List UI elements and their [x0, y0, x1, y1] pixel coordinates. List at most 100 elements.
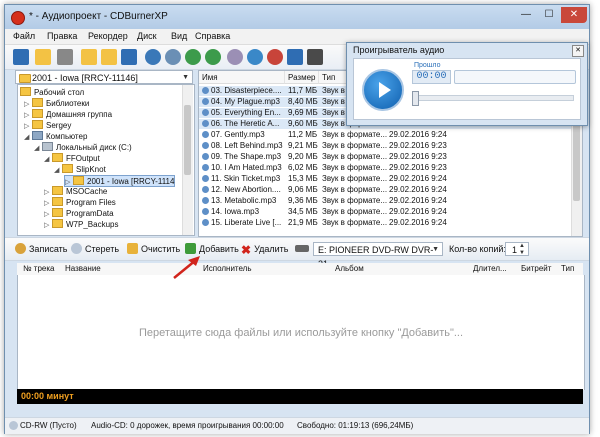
tracks-drop-area[interactable]: Перетащите сюда файлы или используйте кн… [17, 275, 585, 390]
folder-combo[interactable]: 2001 - Iowa [RRCY-11146] ▼ [15, 70, 193, 84]
tree-item[interactable]: ▷ Домашняя группа [24, 109, 112, 119]
burn-disc-icon [15, 243, 26, 254]
menu-file[interactable]: Файл [13, 31, 35, 41]
file-row[interactable]: 10. I Am Hated.mp3 6,02 МБ Звук в формате.… [199, 163, 571, 173]
column-header-name[interactable]: Имя [199, 71, 285, 84]
save-icon[interactable] [121, 49, 137, 65]
stepper-arrows-icon[interactable]: ▲ ▼ [519, 243, 525, 257]
file-date: 29.02.2016 9:24 [389, 174, 447, 183]
folder-icon [52, 186, 63, 195]
audio-file-icon [202, 87, 209, 94]
remove-button[interactable]: ✖ Удалить [241, 242, 288, 256]
audio-file-icon [202, 109, 209, 116]
menu-edit[interactable]: Правка [47, 31, 77, 41]
menu-disc[interactable]: Диск [137, 31, 157, 41]
refresh-icon[interactable] [185, 49, 201, 65]
column-bitrate[interactable]: Битрейт [521, 264, 551, 273]
info-icon[interactable] [267, 49, 283, 65]
file-row[interactable]: 08. Left Behind.mp3 9,21 МБ Звук в формате… [199, 141, 571, 151]
folder-icon[interactable] [81, 49, 97, 65]
new-project-icon[interactable] [13, 49, 29, 65]
volume-knob[interactable] [412, 91, 419, 106]
settings-gear-icon[interactable] [227, 49, 243, 65]
drive-icon [295, 245, 309, 252]
column-artist[interactable]: Исполнитель [203, 264, 252, 273]
disc-icon[interactable] [165, 49, 181, 65]
title-bar[interactable]: * - Аудиопроект - CDBurnerXP — ☐ ✕ [5, 5, 589, 29]
disc-icon [9, 421, 18, 430]
duration-bar: 00:00 минут [17, 389, 583, 404]
globe-icon[interactable] [247, 49, 263, 65]
file-row[interactable]: 12. New Abortion.... 9,06 МБ Звук в формат… [199, 185, 571, 195]
help-icon[interactable] [287, 49, 303, 65]
import-icon[interactable] [101, 49, 117, 65]
play-button[interactable] [362, 69, 404, 111]
file-type: Звук в формате... [322, 163, 388, 172]
file-type: Звук в формате... [322, 207, 388, 216]
column-header-size[interactable]: Размер [285, 71, 319, 84]
tree-item[interactable]: ◢ FFOutput [44, 153, 100, 163]
tree-item[interactable]: ◢ Компьютер [24, 131, 87, 141]
tree-item[interactable]: ◢ SlipKnot [54, 164, 106, 174]
column-type[interactable]: Тип [561, 264, 574, 273]
tree-item[interactable]: Рабочий стол [20, 87, 84, 97]
column-title[interactable]: Название [65, 264, 101, 273]
chevron-down-icon[interactable]: ◢ [24, 133, 32, 143]
column-track-number[interactable]: № трека [23, 264, 55, 273]
chevron-down-icon: ▼ [182, 74, 189, 81]
close-button[interactable]: ✕ [561, 7, 587, 23]
drive-icon [42, 142, 53, 151]
column-duration[interactable]: Длител... [473, 264, 507, 273]
audio-player-panel: Проигрыватель аудио ✕ Прошло 00:00 [346, 42, 588, 126]
tree-scrollbar[interactable] [182, 85, 193, 235]
print-icon[interactable] [57, 49, 73, 65]
audio-status: Audio-CD: 0 дорожек, время проигрывания … [91, 421, 284, 430]
tree-item[interactable]: ▷ MSOCache [44, 186, 107, 196]
tree-scrollbar-thumb[interactable] [184, 105, 191, 175]
erase-button[interactable]: Стереть [71, 242, 119, 256]
audio-player-title: Проигрыватель аудио [353, 45, 445, 55]
file-row[interactable]: 15. Liberate Live [... 21,9 МБ Звук в форм… [199, 218, 571, 228]
drive-select[interactable]: E: PIONEER DVD-RW DVR-21 ▼ [313, 242, 443, 269]
chevron-down-icon[interactable]: ◢ [54, 166, 62, 176]
tree-item[interactable]: ▷ W7P_Backups [44, 219, 118, 229]
burn-button[interactable]: Записать [15, 242, 67, 256]
file-row[interactable]: 13. Metabolic.mp3 9,36 МБ Звук в формате..… [199, 196, 571, 206]
column-album[interactable]: Альбом [335, 264, 364, 273]
chevron-down-icon[interactable]: ◢ [44, 155, 52, 165]
seek-bar[interactable] [454, 70, 576, 84]
copies-stepper[interactable]: 1 ▲ ▼ [505, 242, 529, 256]
tree-item[interactable]: ▷ Program Files [44, 197, 116, 207]
volume-slider[interactable] [412, 91, 574, 106]
file-size: 9,21 МБ [288, 141, 318, 150]
tree-item[interactable]: ▷ Sergey [24, 120, 71, 130]
tree-item[interactable]: ▷ Библиотеки [24, 98, 89, 108]
maximize-button[interactable]: ☐ [538, 7, 560, 23]
chevron-down-icon[interactable]: ◢ [34, 144, 42, 154]
folder-icon [73, 176, 84, 185]
file-row[interactable]: 14. Iowa.mp3 34,5 МБ Звук в формате... 29.0… [199, 207, 571, 217]
menu-view[interactable]: Вид [171, 31, 187, 41]
file-row[interactable]: 09. The Shape.mp3 9,20 МБ Звук в формате..… [199, 152, 571, 162]
elapsed-label: Прошло [414, 62, 441, 69]
minimize-button[interactable]: — [515, 7, 537, 23]
file-row[interactable]: 07. Gently.mp3 11,2 МБ Звук в формате... 29… [199, 130, 571, 140]
file-row[interactable]: 11. Skin Ticket.mp3 15,3 МБ Звук в формате… [199, 174, 571, 184]
tree-item[interactable]: ◢ Локальный диск (C:) [34, 142, 132, 152]
file-name: 05. Everything En... [202, 108, 281, 118]
computer-icon [32, 131, 43, 140]
menu-recorder[interactable]: Рекордер [88, 31, 128, 41]
audio-file-icon [202, 197, 209, 204]
file-size: 11,7 МБ [288, 86, 318, 95]
back-icon[interactable] [145, 49, 161, 65]
eject-icon[interactable] [205, 49, 221, 65]
audio-file-icon [202, 186, 209, 193]
menu-help[interactable]: Справка [195, 31, 230, 41]
chevron-right-icon[interactable]: ▷ [44, 221, 52, 231]
close-icon[interactable]: ✕ [572, 45, 584, 57]
exit-icon[interactable] [307, 49, 323, 65]
audio-file-icon [202, 208, 209, 215]
folder-tree[interactable]: Рабочий стол ▷ Библиотеки ▷ Домашняя групп… [17, 84, 195, 236]
tree-item[interactable]: ▷ ProgramData [44, 208, 114, 218]
open-folder-icon[interactable] [35, 49, 51, 65]
